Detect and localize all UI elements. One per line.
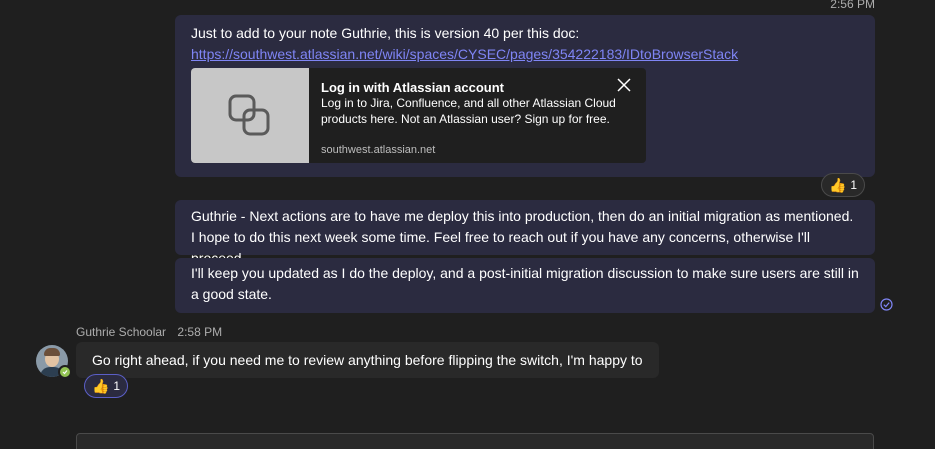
presence-available-icon bbox=[58, 365, 72, 379]
reaction-like[interactable]: 👍 1 bbox=[84, 374, 128, 398]
message-text: Go right ahead, if you need me to review… bbox=[92, 352, 643, 368]
close-icon[interactable] bbox=[616, 77, 632, 93]
message-timestamp: 2:56 PM bbox=[830, 0, 875, 11]
reaction-count: 1 bbox=[113, 379, 121, 393]
reaction-like[interactable]: 👍 1 bbox=[821, 173, 865, 197]
own-message-bubble[interactable]: I'll keep you updated as I do the deploy… bbox=[175, 258, 875, 313]
message-text: Just to add to your note Guthrie, this i… bbox=[191, 25, 580, 41]
compose-box[interactable] bbox=[76, 433, 874, 449]
thumbs-up-icon: 👍 bbox=[828, 177, 847, 193]
thumbs-up-icon: 👍 bbox=[91, 378, 110, 394]
link-preview-card[interactable]: Log in with Atlassian account Log in to … bbox=[191, 68, 646, 163]
link-preview-description: Log in to Jira, Confluence, and all othe… bbox=[321, 96, 616, 126]
own-message-bubble[interactable]: Just to add to your note Guthrie, this i… bbox=[175, 15, 875, 177]
message-text: I'll keep you updated as I do the deploy… bbox=[191, 265, 859, 302]
own-message-bubble[interactable]: Guthrie - Next actions are to have me de… bbox=[175, 200, 875, 266]
link-preview-domain: southwest.atlassian.net bbox=[321, 144, 436, 156]
incoming-message-bubble[interactable]: Go right ahead, if you need me to review… bbox=[76, 342, 659, 378]
sender-name: Guthrie Schoolar bbox=[76, 325, 167, 339]
message-timestamp: 2:58 PM bbox=[177, 325, 223, 339]
link-icon bbox=[228, 94, 270, 136]
reaction-count: 1 bbox=[850, 178, 858, 192]
link-preview-thumbnail bbox=[191, 68, 309, 163]
message-link[interactable]: https://southwest.atlassian.net/wiki/spa… bbox=[191, 44, 859, 65]
seen-check-icon bbox=[880, 298, 893, 311]
chat-thread: 2:56 PM Just to add to your note Guthrie… bbox=[0, 0, 935, 449]
sender-line: Guthrie Schoolar 2:58 PM bbox=[76, 325, 222, 339]
